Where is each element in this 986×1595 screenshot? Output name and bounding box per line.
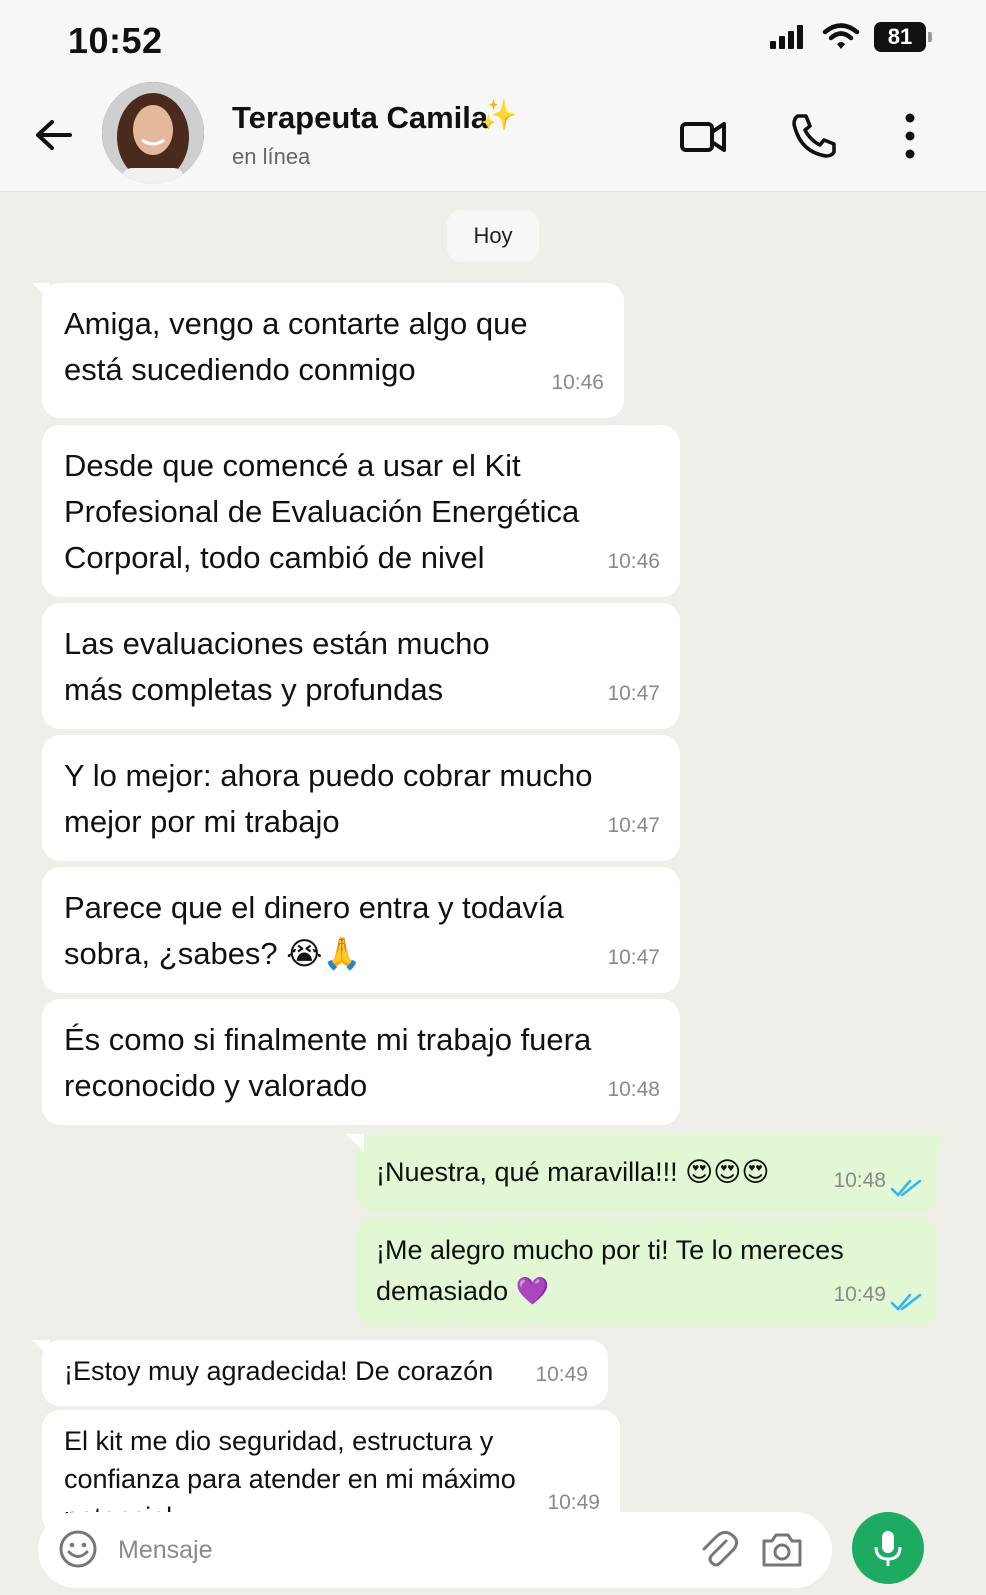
status-icons: 81: [768, 22, 932, 52]
more-options-icon[interactable]: [896, 108, 952, 164]
video-call-icon[interactable]: [676, 108, 732, 164]
message-text: Parece que el dinero entra y todavía sob…: [64, 890, 564, 971]
attach-icon[interactable]: [696, 1527, 740, 1571]
status-bar: 10:52 81: [0, 0, 986, 80]
message-text: ¡Nuestra, qué maravilla!!! 😍😍😍: [376, 1157, 770, 1187]
message-bubble[interactable]: Las evaluaciones están mucho más complet…: [42, 603, 680, 729]
message-bubble[interactable]: Amiga, vengo a contarte algo que está su…: [32, 283, 624, 418]
contact-status: en línea: [232, 144, 311, 169]
message-time: 10:46: [607, 550, 660, 573]
read-ticks-icon: [890, 1179, 922, 1197]
message-bubble[interactable]: Desde que comencé a usar el Kit Profesio…: [42, 425, 680, 597]
message-time: 10:46: [551, 371, 604, 394]
camera-icon[interactable]: [758, 1527, 806, 1571]
message-text: Las evaluaciones están mucho más complet…: [64, 626, 490, 707]
message-time: 10:47: [607, 814, 660, 837]
read-ticks-icon: [890, 1293, 922, 1311]
message-bubble[interactable]: Y lo mejor: ahora puedo cobrar mucho mej…: [42, 735, 680, 861]
message-time: 10:49: [535, 1363, 588, 1386]
emoji-icon[interactable]: [56, 1527, 100, 1571]
battery-indicator: 81: [874, 22, 932, 52]
message-time: 10:47: [607, 946, 660, 969]
message-bubble-outgoing[interactable]: ¡Nuestra, qué maravilla!!! 😍😍😍 10:48: [346, 1134, 948, 1212]
message-text: És como si finalmente mi trabajo fuera r…: [64, 1022, 592, 1103]
message-bubble-outgoing[interactable]: ¡Me alegro mucho por ti! Te lo mereces d…: [356, 1218, 938, 1326]
message-bubble[interactable]: És como si finalmente mi trabajo fuera r…: [42, 999, 680, 1125]
microphone-icon: [874, 1531, 902, 1566]
avatar[interactable]: [102, 82, 204, 184]
microphone-button[interactable]: [852, 1512, 924, 1584]
signal-icon: [770, 25, 803, 49]
message-text: Y lo mejor: ahora puedo cobrar mucho mej…: [64, 758, 593, 839]
wifi-icon: [822, 23, 860, 49]
date-chip: Hoy: [447, 210, 539, 262]
message-time: 10:47: [607, 682, 660, 705]
contact-name[interactable]: Terapeuta Camila: [232, 100, 488, 136]
chat-header: Terapeuta Camila ✨ en línea: [0, 80, 986, 192]
message-time: 10:49: [833, 1283, 886, 1306]
sparkle-emoji: ✨: [480, 99, 518, 132]
back-arrow-icon[interactable]: [30, 110, 80, 160]
message-input-bar: [38, 1512, 832, 1588]
message-time: 10:48: [833, 1169, 886, 1192]
message-bubble[interactable]: ¡Estoy muy agradecida! De corazón 10:49: [32, 1340, 608, 1406]
message-time: 10:48: [607, 1078, 660, 1101]
message-text: Desde que comencé a usar el Kit Profesio…: [64, 448, 580, 575]
message-bubble[interactable]: Parece que el dinero entra y todavía sob…: [42, 867, 680, 993]
message-input[interactable]: [118, 1526, 678, 1574]
status-time: 10:52: [68, 20, 163, 61]
message-text: ¡Me alegro mucho por ti! Te lo mereces d…: [376, 1235, 844, 1306]
phone-call-icon[interactable]: [786, 108, 842, 164]
message-text: Amiga, vengo a contarte algo que está su…: [64, 306, 528, 387]
message-text: ¡Estoy muy agradecida! De corazón: [64, 1356, 494, 1386]
